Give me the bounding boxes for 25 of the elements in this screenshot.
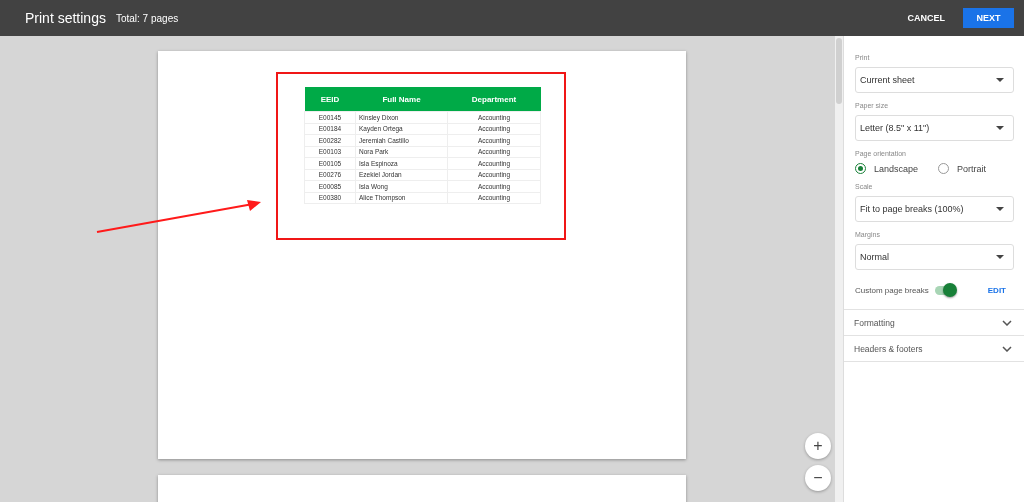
caret-icon	[996, 255, 1004, 259]
section-header[interactable]: Formatting	[844, 309, 1024, 335]
dropdown[interactable]: Normal	[855, 244, 1014, 270]
toggle-switch[interactable]	[934, 286, 955, 295]
radio-option[interactable]: Portrait	[938, 163, 987, 174]
toggle-label: Custom page breaks	[855, 286, 929, 295]
column-header: EEID	[304, 87, 356, 112]
page-count: Total: 7 pages	[115, 12, 179, 24]
zoom-in-button[interactable]: +	[805, 433, 831, 459]
dropdown[interactable]: Letter (8.5" x 11")	[855, 115, 1014, 141]
dropdown[interactable]: Current sheet	[855, 67, 1014, 93]
caret-icon	[996, 78, 1004, 82]
column-header: Full Name	[355, 87, 448, 112]
window-title: Print settings	[25, 10, 106, 26]
radio-option[interactable]: Landscape	[855, 163, 919, 174]
column-header: Department	[447, 87, 541, 112]
cancel-button[interactable]: CANCEL	[899, 7, 953, 29]
scrollbar-thumb[interactable]	[836, 38, 842, 104]
caret-icon	[996, 126, 1004, 130]
section-header[interactable]: Headers & footers	[844, 335, 1024, 362]
zoom-out-button[interactable]: −	[805, 465, 831, 491]
caret-icon	[996, 207, 1004, 211]
dropdown[interactable]: Fit to page breaks (100%)	[855, 196, 1014, 222]
edit-link[interactable]: EDIT	[987, 286, 1014, 295]
next-button[interactable]: NEXT	[963, 8, 1014, 28]
